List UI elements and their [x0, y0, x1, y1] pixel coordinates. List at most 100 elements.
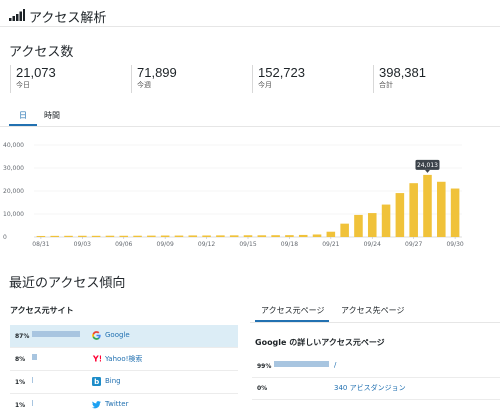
twitter-icon [92, 401, 101, 409]
x-tick-label: 08/31 [32, 241, 49, 248]
chart-bar [437, 181, 446, 237]
page-percent: 0% [257, 385, 268, 392]
stat-value: 71,899 [137, 65, 177, 80]
chart-bar [160, 235, 170, 237]
stat-label: 今月 [258, 81, 272, 89]
bing-icon: b [92, 377, 101, 386]
source-percent: 87% [15, 333, 30, 340]
daily-access-chart: 0 10,000 20,000 30,000 40,000 08/31 09/03 09/06… [3, 142, 464, 248]
chart-bar [133, 235, 142, 237]
source-name[interactable]: Yahoo!検索 [105, 354, 142, 364]
source-bar [32, 331, 80, 337]
y-tick-label: 20,000 [3, 188, 24, 195]
x-tick-label: 09/27 [405, 241, 422, 248]
chart-bar [354, 214, 363, 237]
stat-total: 398,381 合計 [373, 65, 426, 93]
x-tick-label: 09/24 [364, 241, 381, 248]
stat-label: 合計 [379, 81, 393, 89]
chart-bar [326, 231, 336, 237]
page-header: アクセス解析 [0, 0, 500, 27]
tab-destination-pages[interactable]: アクセス先ページ [341, 305, 404, 316]
source-bar [32, 400, 33, 406]
x-tick-label: 09/15 [239, 241, 256, 248]
chart-bar [409, 183, 418, 237]
page-link[interactable]: / [334, 361, 336, 369]
x-tick-label: 09/06 [115, 241, 132, 248]
sources-title: アクセス元サイト [10, 306, 74, 315]
chart-bar [147, 235, 156, 237]
source-percent: 1% [15, 402, 26, 409]
chart-bar [216, 235, 225, 237]
x-tick-label: 09/09 [157, 241, 174, 248]
chart-tooltip-pointer [424, 169, 430, 173]
tab-hour[interactable]: 時間 [44, 110, 60, 121]
source-bar [32, 377, 33, 383]
x-tick-label: 09/30 [446, 241, 463, 248]
chart-bar [202, 235, 211, 237]
page-row[interactable]: 99% / [252, 356, 500, 378]
chart-bar [298, 234, 308, 237]
source-name[interactable]: Bing [105, 377, 121, 385]
svg-text:b: b [94, 377, 99, 386]
chart-bar [395, 193, 405, 237]
chart-bar [243, 235, 253, 237]
chart-tooltip-value: 24,013 [417, 162, 438, 169]
x-tick-label: 09/18 [281, 241, 298, 248]
y-tick-label: 10,000 [3, 211, 24, 218]
page-link[interactable]: 340 アビスダンジョン [334, 383, 406, 393]
page-title: アクセス解析 [29, 11, 107, 26]
x-tick-label: 09/12 [198, 241, 215, 248]
chart-bar [381, 204, 391, 237]
chart-bar [450, 188, 460, 237]
x-tick-label: 09/03 [74, 241, 91, 248]
chart-bar [36, 235, 46, 237]
svg-text:Y!: Y! [92, 354, 101, 363]
source-bar [32, 354, 37, 360]
chart-bar [188, 235, 198, 237]
chart-bar [285, 235, 294, 237]
chart-bar [50, 235, 59, 237]
tab-divider [0, 126, 500, 127]
page-percent: 99% [257, 363, 272, 370]
chart-bar [367, 213, 377, 237]
chart-bar [174, 235, 184, 237]
source-row-bing[interactable]: 1% b Bing [10, 371, 238, 394]
chart-bar [257, 235, 267, 237]
google-icon [92, 331, 101, 340]
chart-bar [64, 235, 73, 237]
stat-month: 152,723 今月 [252, 65, 305, 93]
chart-bar [78, 235, 87, 237]
pages-title: Google の詳しいアクセス元ページ [255, 338, 385, 347]
chart-bar [119, 235, 129, 237]
stat-value: 21,073 [16, 65, 56, 80]
y-tick-label: 0 [3, 234, 7, 241]
yahoo-icon: Y! [92, 354, 101, 363]
right-tab-divider [250, 322, 500, 323]
y-tick-label: 40,000 [3, 142, 24, 149]
x-tick-label: 09/21 [322, 241, 339, 248]
chart-bar [340, 223, 349, 237]
trends-title: 最近のアクセス傾向 [9, 276, 126, 291]
stat-value: 152,723 [258, 65, 305, 80]
source-name[interactable]: Twitter [105, 400, 128, 408]
stat-value: 398,381 [379, 65, 426, 80]
signal-bars-icon [9, 9, 25, 21]
stat-label: 今週 [137, 81, 151, 89]
y-tick-label: 30,000 [3, 165, 24, 172]
source-row-google[interactable]: 87% Google [10, 325, 238, 348]
source-percent: 8% [15, 356, 26, 363]
chart-bar [271, 235, 280, 237]
source-name[interactable]: Google [105, 331, 130, 339]
chart-bar [229, 235, 239, 237]
source-row-yahoo[interactable]: 8% Y! Yahoo!検索 [10, 348, 238, 371]
page-row[interactable]: 0% 340 アビスダンジョン [252, 378, 500, 400]
tab-day[interactable]: 日 [19, 110, 27, 121]
chart-bar [423, 174, 432, 237]
chart-bar [312, 234, 322, 237]
page-bar [274, 361, 329, 367]
tab-referrer-pages[interactable]: アクセス元ページ [261, 305, 324, 316]
source-row-twitter[interactable]: 1% Twitter [10, 394, 238, 415]
chart-bar [105, 235, 115, 237]
stat-today: 21,073 今日 [10, 65, 56, 93]
stat-week: 71,899 今週 [131, 65, 177, 93]
